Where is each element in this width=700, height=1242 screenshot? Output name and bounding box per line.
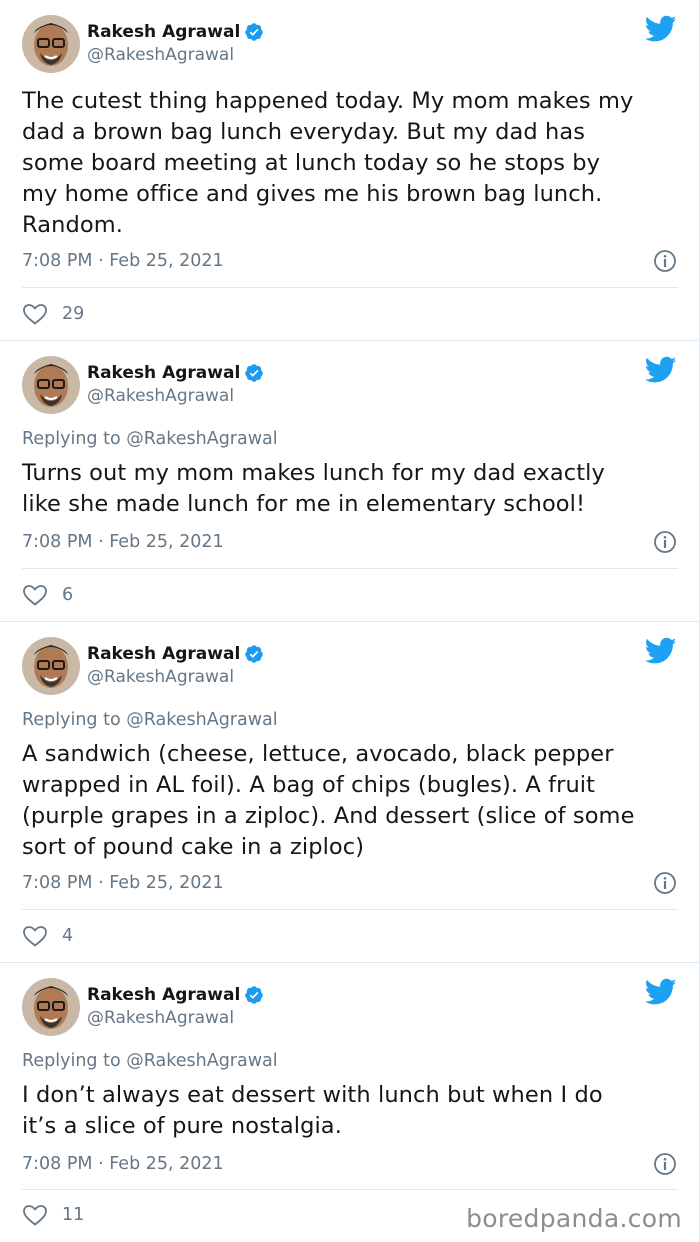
tweet-text: I don’t always eat dessert with lunch bu…: [22, 1082, 603, 1139]
like-count: 6: [62, 585, 74, 605]
author-name[interactable]: Rakesh Agrawal: [87, 363, 240, 383]
tweet-timestamp[interactable]: 7:08 PM · Feb 25, 2021: [22, 873, 224, 893]
verified-badge-icon: [244, 22, 264, 42]
tweet-text: Turns out my mom makes lunch for my dad …: [22, 460, 605, 517]
tweet-card[interactable]: Rakesh Agrawal @RakeshAgrawal Replying t…: [0, 621, 700, 962]
author-name[interactable]: Rakesh Agrawal: [87, 22, 240, 42]
info-icon[interactable]: [653, 249, 677, 273]
like-button[interactable]: 11: [22, 1203, 84, 1227]
replying-label: Replying to: [22, 710, 127, 730]
tweet-timestamp[interactable]: 7:08 PM · Feb 25, 2021: [22, 251, 224, 271]
like-button[interactable]: 4: [22, 924, 73, 948]
replying-label: Replying to: [22, 429, 127, 449]
tweet-card[interactable]: Rakesh Agrawal @RakeshAgrawal Replying t…: [0, 340, 700, 621]
replying-mention-link[interactable]: @RakeshAgrawal: [126, 710, 277, 730]
author-name[interactable]: Rakesh Agrawal: [87, 644, 240, 664]
verified-badge-icon: [244, 363, 264, 383]
author-handle[interactable]: @RakeshAgrawal: [87, 45, 234, 65]
info-icon[interactable]: [653, 530, 677, 554]
author-handle[interactable]: @RakeshAgrawal: [87, 386, 234, 406]
twitter-bird-icon[interactable]: [644, 637, 677, 665]
author-row[interactable]: Rakesh Agrawal: [87, 362, 264, 384]
twitter-bird-icon[interactable]: [644, 15, 677, 43]
divider: [22, 1189, 678, 1190]
author-handle[interactable]: @RakeshAgrawal: [87, 1008, 234, 1028]
tweet-card[interactable]: Rakesh Agrawal @RakeshAgrawal The cutest…: [0, 0, 700, 340]
verified-badge-icon: [244, 985, 264, 1005]
replying-to: Replying to @RakeshAgrawal: [22, 429, 278, 449]
heart-icon: [22, 924, 48, 948]
replying-to: Replying to @RakeshAgrawal: [22, 710, 278, 730]
tweet-timestamp[interactable]: 7:08 PM · Feb 25, 2021: [22, 1154, 224, 1174]
divider: [22, 909, 678, 910]
tweet-card[interactable]: Rakesh Agrawal @RakeshAgrawal Replying t…: [0, 962, 700, 1242]
like-button[interactable]: 6: [22, 583, 73, 607]
tweet-timestamp[interactable]: 7:08 PM · Feb 25, 2021: [22, 532, 224, 552]
divider: [22, 287, 678, 288]
like-count: 4: [62, 926, 74, 946]
replying-mention-link[interactable]: @RakeshAgrawal: [126, 429, 277, 449]
tweet-text: The cutest thing happened today. My mom …: [22, 88, 634, 238]
like-button[interactable]: 29: [22, 302, 84, 326]
like-count: 11: [62, 1205, 85, 1225]
author-row[interactable]: Rakesh Agrawal: [87, 984, 264, 1006]
author-row[interactable]: Rakesh Agrawal: [87, 643, 264, 665]
avatar[interactable]: [22, 15, 80, 73]
info-icon[interactable]: [653, 1152, 677, 1176]
avatar[interactable]: [22, 637, 80, 695]
verified-badge-icon: [244, 644, 264, 664]
replying-label: Replying to: [22, 1051, 127, 1071]
avatar[interactable]: [22, 978, 80, 1036]
twitter-bird-icon[interactable]: [644, 356, 677, 384]
watermark: boredpanda.com: [466, 1204, 682, 1233]
author-handle[interactable]: @RakeshAgrawal: [87, 667, 234, 687]
author-name[interactable]: Rakesh Agrawal: [87, 985, 240, 1005]
like-count: 29: [62, 304, 85, 324]
tweet-text: A sandwich (cheese, lettuce, avocado, bl…: [22, 741, 635, 860]
replying-to: Replying to @RakeshAgrawal: [22, 1051, 278, 1071]
heart-icon: [22, 583, 48, 607]
heart-icon: [22, 1203, 48, 1227]
replying-mention-link[interactable]: @RakeshAgrawal: [126, 1051, 277, 1071]
author-row[interactable]: Rakesh Agrawal: [87, 21, 264, 43]
info-icon[interactable]: [653, 871, 677, 895]
heart-icon: [22, 302, 48, 326]
avatar[interactable]: [22, 356, 80, 414]
divider: [22, 568, 678, 569]
twitter-bird-icon[interactable]: [644, 978, 677, 1006]
